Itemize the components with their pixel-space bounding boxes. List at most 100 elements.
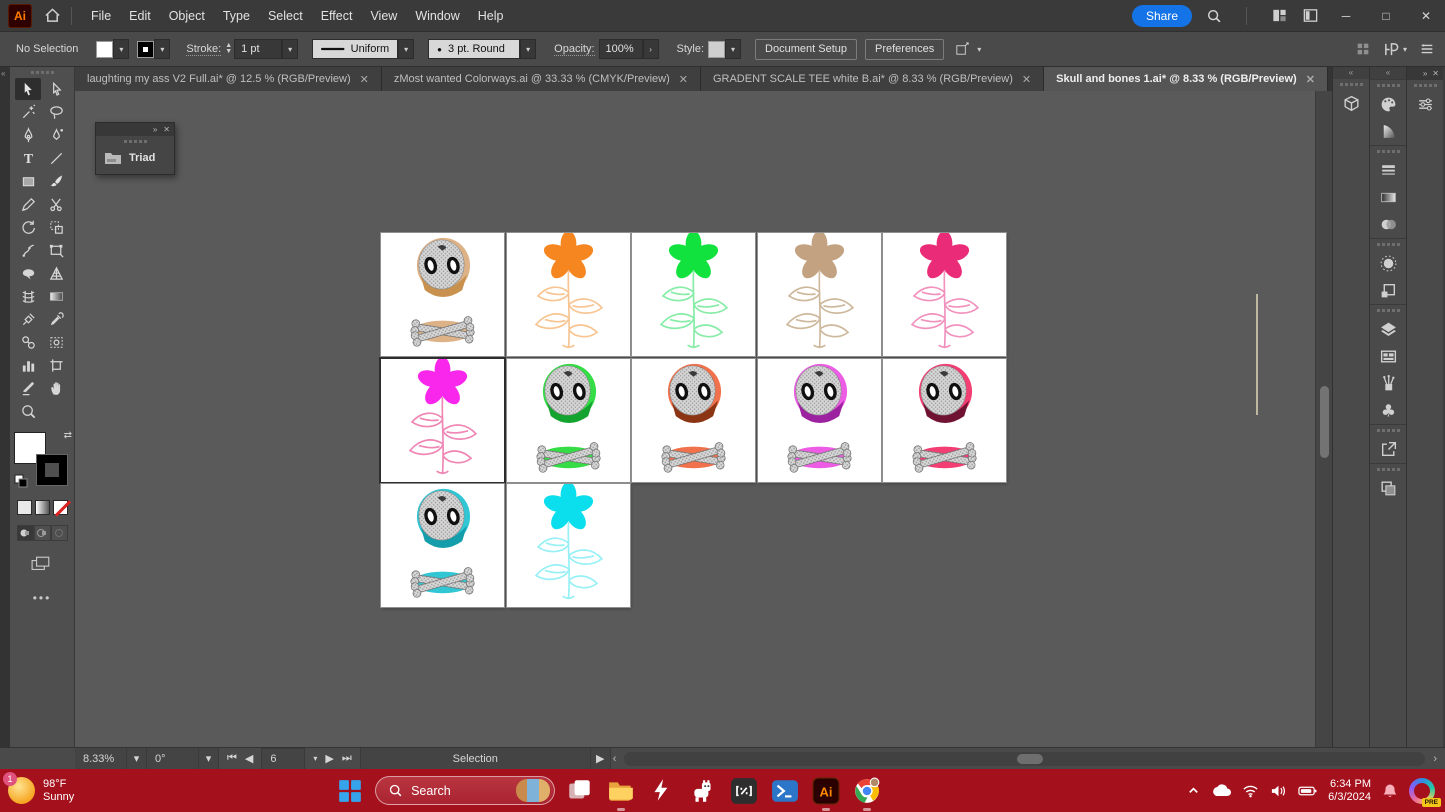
task-view-taskbar-icon[interactable] <box>564 775 596 807</box>
artboard-tool[interactable] <box>43 354 69 376</box>
shaper-tool[interactable] <box>15 193 41 215</box>
workspace-layout-icon[interactable] <box>1302 7 1319 24</box>
lasso-tool[interactable] <box>43 101 69 123</box>
stroke-weight-label[interactable]: Stroke: <box>186 43 221 56</box>
arrange-documents-icon[interactable] <box>1271 7 1288 24</box>
first-artboard-icon[interactable]: ⏮ <box>227 752 237 765</box>
document-tab[interactable]: GRADENT SCALE TEE white B.ai* @ 8.33 % (… <box>701 67 1044 91</box>
workspace-switcher[interactable]: ▾ <box>1383 41 1407 58</box>
panel-grip[interactable] <box>1370 464 1406 475</box>
gradient-panel[interactable] <box>1370 184 1407 211</box>
panel-grip[interactable] <box>1370 239 1406 250</box>
next-artboard-icon[interactable]: ▶ <box>325 752 333 765</box>
artboard-2-flower[interactable] <box>507 233 630 356</box>
horizontal-scrollbar[interactable] <box>624 752 1425 766</box>
tray-chevron-icon[interactable] <box>1187 784 1200 797</box>
artboard-chevron-icon[interactable]: ▾ <box>313 754 317 763</box>
search-icon[interactable] <box>1206 8 1222 24</box>
artboard-1-skull[interactable] <box>381 233 504 356</box>
stroke-dropdown-chevron-icon[interactable]: ▾ <box>154 39 170 59</box>
color-panel[interactable] <box>1370 91 1407 118</box>
start-button[interactable] <box>334 775 366 807</box>
rotation-value[interactable]: 0° <box>147 748 199 770</box>
appearance-panel[interactable] <box>1370 250 1407 277</box>
drawing-modes[interactable] <box>10 525 74 541</box>
width-profile-select[interactable]: Uniform <box>312 39 398 59</box>
tab-close-icon[interactable]: ✕ <box>679 73 688 86</box>
free-transform-tool[interactable] <box>43 216 69 238</box>
illustrator-taskbar-icon[interactable]: Ai <box>810 775 842 807</box>
puppet-warp-tool[interactable] <box>15 239 41 261</box>
hand-tool[interactable] <box>43 377 69 399</box>
rectangle-tool[interactable] <box>15 170 41 192</box>
panel-grip[interactable] <box>10 67 74 78</box>
artboard-5-flower[interactable] <box>883 233 1006 356</box>
slice-tool[interactable] <box>15 377 41 399</box>
artboard-number-value[interactable]: 6 <box>261 748 305 770</box>
stroke-panel[interactable] <box>1370 157 1407 184</box>
direct-selection-tool[interactable] <box>43 78 69 100</box>
opacity-label[interactable]: Opacity: <box>554 43 594 56</box>
zoom-chevron-icon[interactable]: ▾ <box>127 748 147 770</box>
zoom-tool[interactable] <box>15 400 41 422</box>
menu-type[interactable]: Type <box>214 5 259 27</box>
draw-inside-icon[interactable] <box>51 525 68 541</box>
stroke-stepper[interactable]: ▲▼ <box>225 43 232 55</box>
stroke-swatch[interactable] <box>36 454 68 486</box>
artboard-8-skull[interactable] <box>632 359 755 482</box>
artboard-4-flower[interactable] <box>758 233 881 356</box>
tab-close-icon[interactable]: ✕ <box>1022 73 1031 86</box>
brush-select[interactable]: ● 3 pt. Round <box>428 39 520 59</box>
width-profile-chevron-icon[interactable]: ▾ <box>398 39 414 59</box>
maximize-button[interactable]: □ <box>1373 5 1399 27</box>
panel-grip[interactable] <box>1370 305 1406 316</box>
artboard-9-skull[interactable] <box>758 359 881 482</box>
artboard-10-skull[interactable] <box>883 359 1006 482</box>
links-panel[interactable] <box>1370 277 1407 304</box>
fill-color-swatch[interactable] <box>96 41 113 58</box>
panel-grip[interactable] <box>1370 146 1406 157</box>
artboard-12-flower[interactable] <box>507 484 630 607</box>
menu-object[interactable]: Object <box>160 5 214 27</box>
chrome-taskbar-icon[interactable] <box>851 775 883 807</box>
artboard-7-skull[interactable] <box>507 359 630 482</box>
lightning-app-taskbar-icon[interactable] <box>646 775 678 807</box>
export-for-screens-panel[interactable] <box>1370 436 1407 463</box>
3d-materials-panel[interactable] <box>1333 90 1370 117</box>
rotate-tool[interactable] <box>15 216 41 238</box>
menu-help[interactable]: Help <box>469 5 513 27</box>
eyedropper-tool[interactable] <box>43 308 69 330</box>
gradient-fill-button[interactable] <box>35 500 50 515</box>
share-button[interactable]: Share <box>1132 5 1192 27</box>
document-tab[interactable]: Skull and bones 1.ai* @ 8.33 % (RGB/Prev… <box>1044 67 1328 91</box>
artboard-3-flower[interactable] <box>632 233 755 356</box>
column-graph-tool[interactable] <box>15 354 41 376</box>
collapse-dock-icon[interactable]: « <box>1370 67 1406 79</box>
opacity-value[interactable]: 100% <box>599 39 643 59</box>
weather-widget[interactable]: 1 98°F Sunny <box>0 777 150 804</box>
horizontal-scrollbar-thumb[interactable] <box>1017 754 1043 764</box>
menu-select[interactable]: Select <box>259 5 312 27</box>
blend-tool[interactable] <box>15 331 41 353</box>
symbols-panel[interactable]: ♣ <box>1370 397 1407 424</box>
panel-grip[interactable] <box>1407 80 1443 91</box>
document-tab[interactable]: zMost wanted Colorways.ai @ 33.33 % (CMY… <box>382 67 701 91</box>
document-setup-button[interactable]: Document Setup <box>755 39 857 60</box>
layers-panel[interactable] <box>1370 316 1407 343</box>
menu-file[interactable]: File <box>82 5 120 27</box>
gradient-tool[interactable] <box>43 285 69 307</box>
color-fill-button[interactable] <box>17 500 32 515</box>
stroke-weight-chevron-icon[interactable]: ▾ <box>282 39 298 59</box>
perspective-selection-tool[interactable] <box>43 239 69 261</box>
style-swatch[interactable] <box>708 41 725 58</box>
panel-grip[interactable] <box>1370 425 1406 436</box>
isolate-chevron-icon[interactable]: ▾ <box>971 39 987 59</box>
panel-close-icon[interactable]: ✕ <box>163 125 170 134</box>
panel-grip[interactable] <box>96 136 174 147</box>
stroke-weight-value[interactable]: 1 pt <box>234 39 282 59</box>
artboards-panel[interactable] <box>1370 343 1407 370</box>
none-fill-button[interactable] <box>53 500 68 515</box>
battery-icon[interactable] <box>1298 785 1317 797</box>
asset-export-panel[interactable] <box>1370 475 1407 502</box>
onedrive-icon[interactable] <box>1211 784 1231 797</box>
